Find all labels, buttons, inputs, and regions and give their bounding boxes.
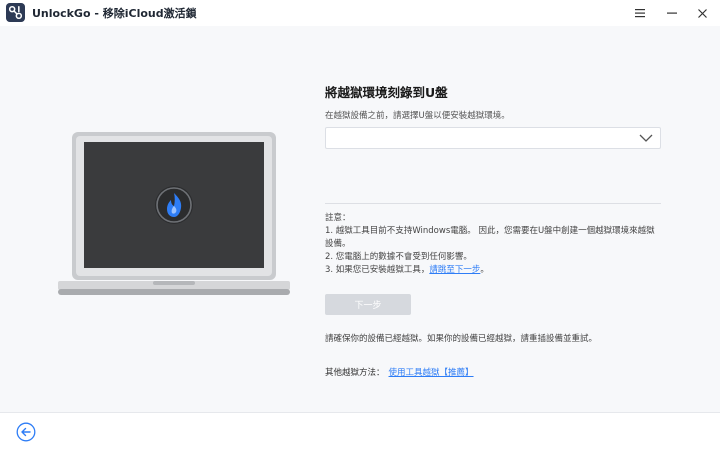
- skip-to-next-step-link[interactable]: 請跳至下一步: [429, 265, 480, 275]
- jailbreak-flame-icon: [155, 186, 193, 224]
- note-line-3-prefix: 3. 如果您已安裝越獄工具，: [325, 265, 430, 275]
- app-title: UnlockGo - 移除iCloud激活鎖: [32, 5, 197, 21]
- minimize-button[interactable]: [662, 3, 682, 23]
- other-methods: 其他越獄方法： 使用工具越獄【推薦】: [325, 366, 474, 378]
- step-description: 在越獄設備之前，請選擇U盤以便安裝越獄環境。: [325, 111, 510, 121]
- back-button[interactable]: [16, 422, 36, 442]
- jailbreak-hint: 請確保你的設備已經越獄。如果你的設備已經越獄，請重插設備並重試。: [325, 334, 598, 344]
- app-title-separator: -: [90, 7, 103, 20]
- step-title: 將越獄環境刻錄到U盤: [325, 85, 448, 100]
- notes-heading: 註意：: [325, 213, 351, 223]
- close-button[interactable]: [692, 3, 712, 23]
- close-icon: [697, 8, 707, 18]
- laptop-illustration: [58, 132, 290, 295]
- unlockgo-logo-icon: [6, 3, 25, 22]
- other-methods-label: 其他越獄方法：: [325, 368, 385, 378]
- next-step-button[interactable]: 下一步: [325, 294, 411, 315]
- minimize-icon: [667, 12, 677, 14]
- app-name: UnlockGo: [32, 7, 91, 20]
- main-content: 將越獄環境刻錄到U盤 在越獄設備之前，請選擇U盤以便安裝越獄環境。 註意： 1.…: [0, 26, 720, 412]
- note-line-3: 3. 如果您已安裝越獄工具，請跳至下一步。: [325, 264, 665, 277]
- note-line-3-suffix: 。: [480, 265, 489, 275]
- app-module: 移除iCloud激活鎖: [102, 7, 197, 20]
- menu-button[interactable]: [630, 3, 650, 23]
- usb-drive-select[interactable]: [325, 127, 661, 149]
- note-line-1: 1. 越獄工具目前不支持Windows電腦。 因此，您需要在U盤中創建一個越獄環…: [325, 226, 655, 236]
- section-divider: [325, 203, 661, 204]
- chevron-down-icon: [639, 134, 653, 142]
- footer-bar: [0, 412, 720, 450]
- title-bar: UnlockGo - 移除iCloud激活鎖: [0, 0, 720, 26]
- notes-section: 註意： 1. 越獄工具目前不支持Windows電腦。 因此，您需要在U盤中創建一…: [325, 212, 665, 277]
- use-tool-jailbreak-link[interactable]: 使用工具越獄【推薦】: [389, 368, 474, 378]
- note-line-1-continued: 設備。: [325, 239, 351, 249]
- hamburger-menu-icon: [635, 9, 645, 18]
- arrow-left-icon: [21, 427, 31, 437]
- note-line-2: 2. 您電腦上的數據不會受到任何影響。: [325, 252, 472, 262]
